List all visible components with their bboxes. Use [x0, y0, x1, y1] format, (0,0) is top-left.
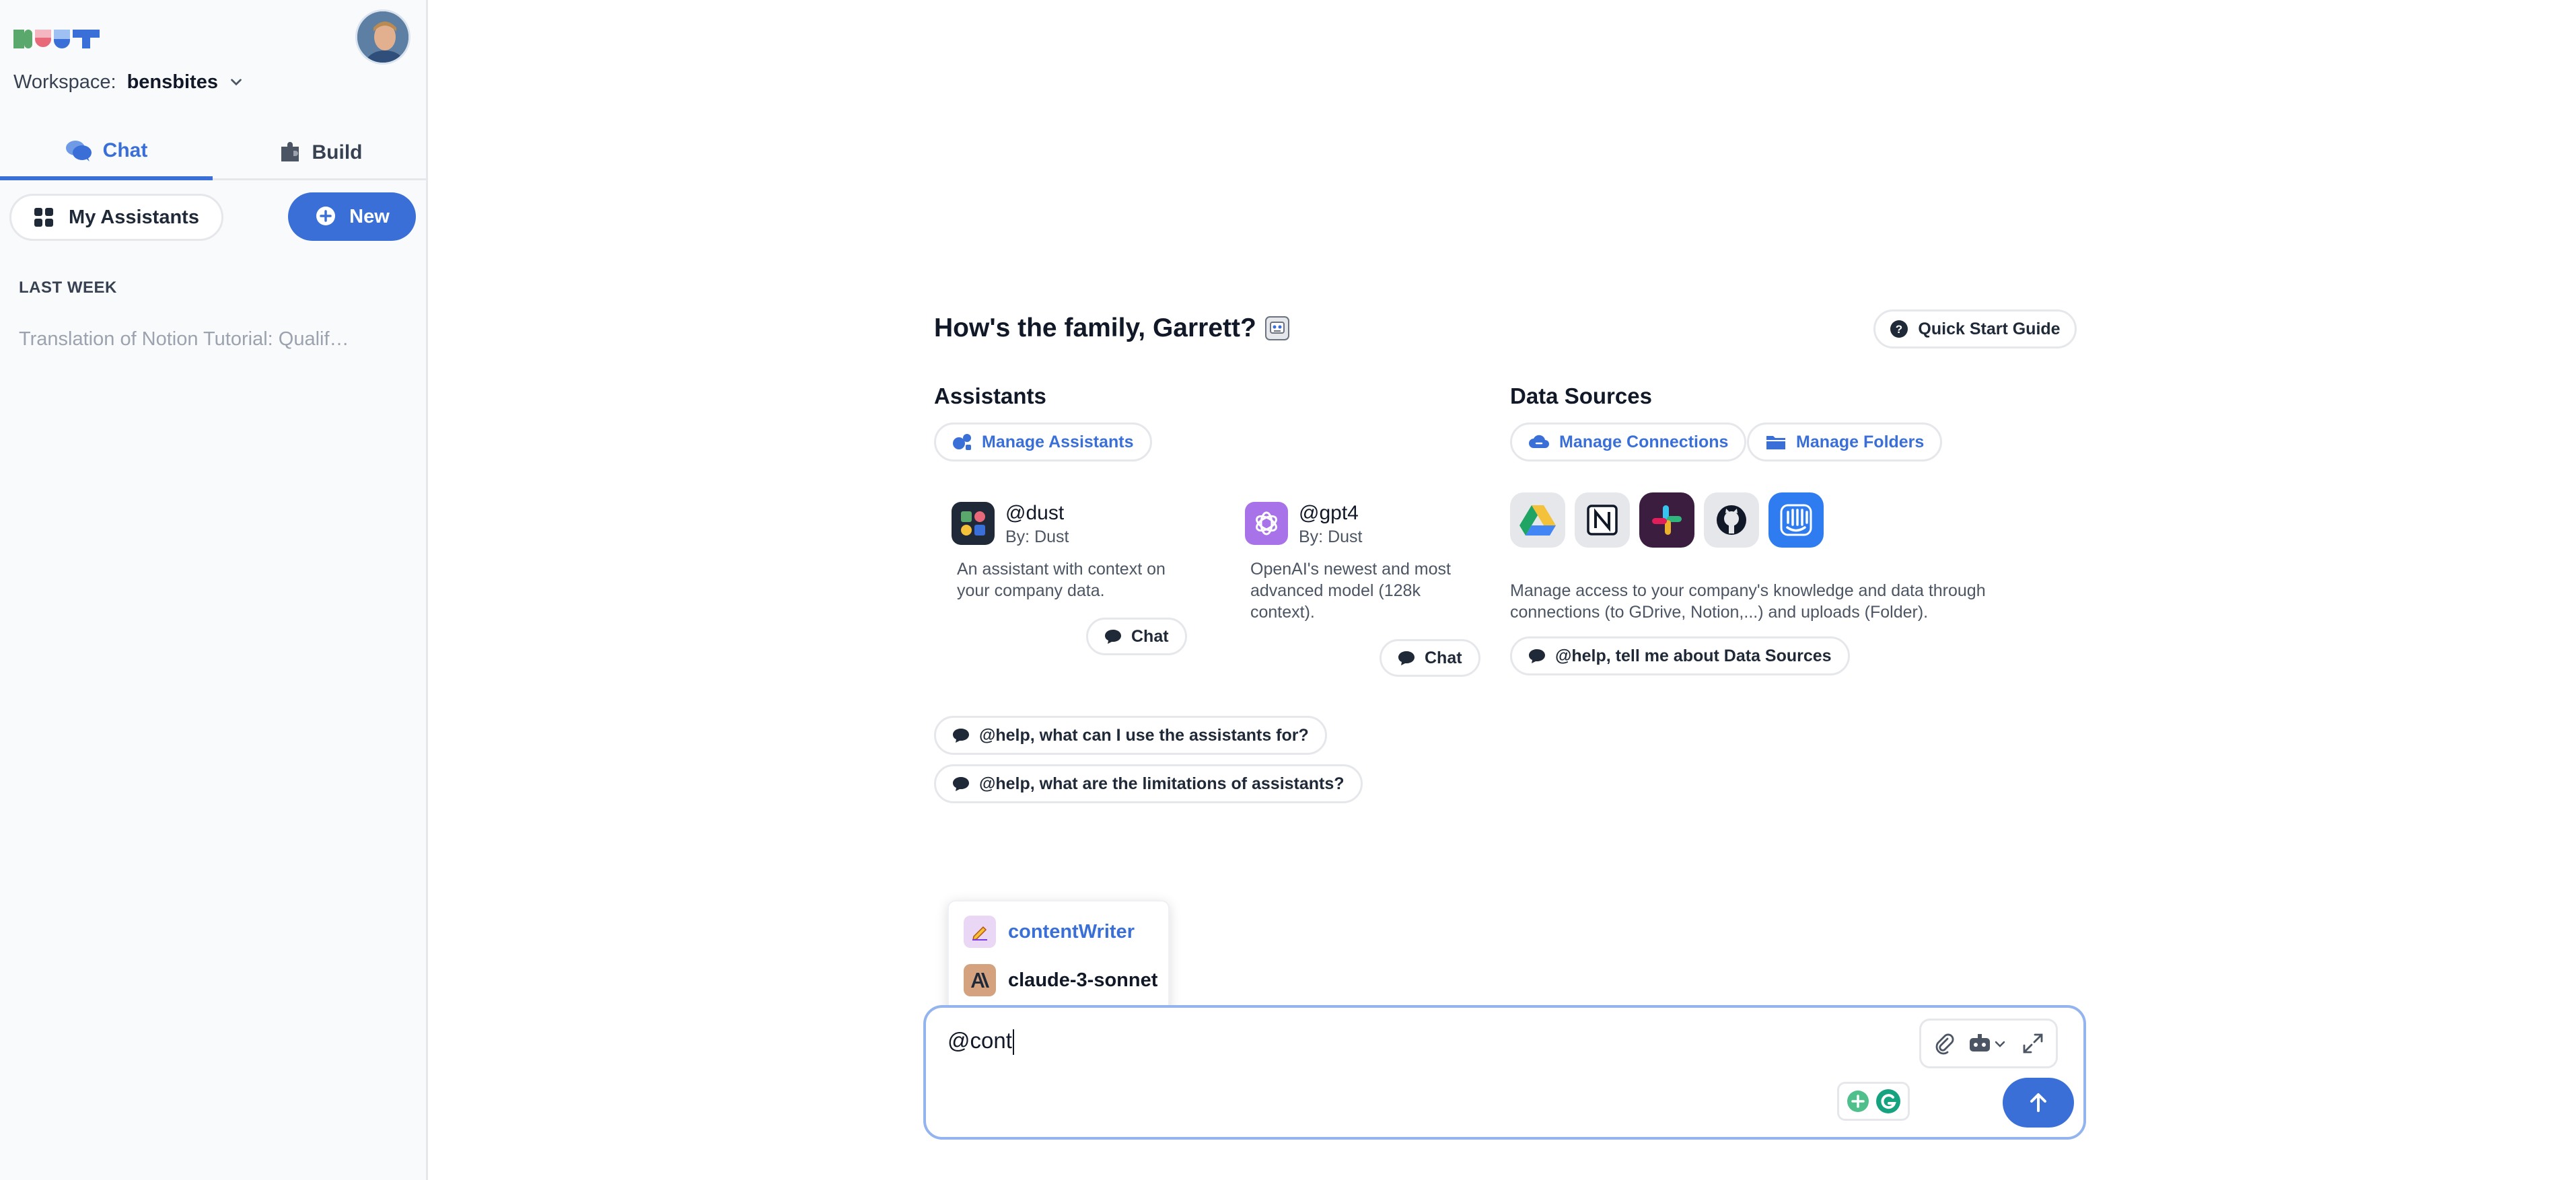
help-prompt-assistants-uses[interactable]: @help, what can I use the assistants for… [934, 716, 1327, 755]
quick-start-label: Quick Start Guide [1918, 319, 2061, 338]
github-icon [1704, 492, 1759, 548]
chat-with-gpt4-button[interactable]: Chat [1380, 639, 1480, 677]
data-sources-description: Manage access to your company's knowledg… [1510, 581, 1986, 622]
assistant-name[interactable]: @dust [1005, 502, 1064, 525]
chat-label: Chat [1425, 648, 1462, 667]
robot-icon [1264, 316, 1289, 340]
svg-text:?: ? [1896, 323, 1902, 336]
help-prompt-label: @help, what are the limitations of assis… [979, 774, 1345, 793]
workspace-name: bensbites [127, 71, 218, 93]
send-button[interactable] [2003, 1078, 2074, 1128]
data-sources-heading: Data Sources [1510, 383, 1652, 408]
user-avatar[interactable] [355, 9, 410, 65]
dust-logo[interactable] [13, 27, 101, 51]
cloud-link-icon [1529, 435, 1549, 448]
my-assistants-label: My Assistants [69, 206, 199, 228]
mention-suggestions-popup: contentWriter claude-3-sonnet [947, 900, 1170, 1015]
tab-chat-label: Chat [102, 139, 148, 161]
assistants-heading: Assistants [934, 383, 1046, 408]
tab-build-label: Build [312, 141, 363, 163]
robot-plus-icon [953, 434, 971, 450]
manage-folders-label: Manage Folders [1796, 432, 1925, 451]
tab-chat[interactable]: Chat [0, 125, 213, 180]
expand-icon[interactable] [2022, 1032, 2044, 1055]
input-toolbar [1919, 1019, 2058, 1068]
chat-with-dust-button[interactable]: Chat [1086, 618, 1187, 655]
arrow-up-icon [2030, 1093, 2046, 1112]
manage-connections-label: Manage Connections [1559, 432, 1729, 451]
chat-bubble-icon [1398, 651, 1415, 665]
anthropic-icon [964, 964, 996, 996]
mention-option-contentwriter[interactable]: contentWriter [964, 915, 1135, 949]
openai-icon [1245, 502, 1288, 545]
help-prompt-data-sources[interactable]: @help, tell me about Data Sources [1510, 636, 1850, 675]
mention-option-label: claude-3-sonnet [1008, 969, 1158, 991]
text-caret [1012, 1029, 1014, 1056]
google-drive-icon [1510, 492, 1565, 548]
chat-label: Chat [1131, 626, 1169, 646]
assistant-description: An assistant with context on your compan… [957, 560, 1166, 600]
assistant-picker-icon[interactable] [1968, 1032, 2009, 1055]
quick-start-guide-button[interactable]: ? Quick Start Guide [1873, 309, 2077, 348]
tab-build[interactable]: Build [213, 125, 428, 180]
assistant-author: By: Dust [1005, 527, 1069, 546]
greeting-text: How's the family, Garrett? [934, 314, 1256, 342]
sidebar-tabs: Chat Build [0, 125, 428, 180]
manage-assistants-label: Manage Assistants [982, 432, 1134, 451]
assistant-description: OpenAI's newest and most advanced model … [1250, 560, 1451, 622]
message-input[interactable]: @cont [947, 1028, 1014, 1056]
message-input-value: @cont [947, 1028, 1012, 1053]
sparkle-plus-icon [1847, 1091, 1869, 1112]
workspace-selector[interactable]: Workspace: bensbites [13, 70, 245, 94]
help-prompt-label: @help, tell me about Data Sources [1555, 646, 1832, 665]
mention-option-claude-3-sonnet[interactable]: claude-3-sonnet [964, 963, 1157, 997]
conversation-item[interactable]: Translation of Notion Tutorial: Qualif… [19, 328, 369, 351]
chat-bubble-icon [1105, 630, 1121, 644]
new-label: New [349, 205, 390, 227]
slack-icon [1639, 492, 1694, 548]
question-circle-icon: ? [1890, 320, 1908, 338]
pencil-icon [964, 916, 996, 948]
chat-bubble-icon [1529, 649, 1545, 663]
help-prompt-assistants-limitations[interactable]: @help, what are the limitations of assis… [934, 764, 1363, 803]
manage-assistants-button[interactable]: Manage Assistants [934, 422, 1152, 462]
my-assistants-button[interactable]: My Assistants [9, 194, 223, 241]
section-label-last-week: LAST WEEK [19, 279, 117, 297]
sidebar: Workspace: bensbites Chat Build My Assis… [0, 0, 428, 1180]
help-prompt-label: @help, what can I use the assistants for… [979, 725, 1309, 745]
intercom-icon [1768, 492, 1824, 548]
workspace-label: Workspace: [13, 71, 116, 93]
grid-icon [34, 208, 54, 227]
paperclip-icon[interactable] [1933, 1032, 1956, 1055]
grammarly-icon [1876, 1089, 1900, 1113]
chat-bubble-icon [953, 729, 969, 743]
message-input-box[interactable]: @cont [923, 1005, 2086, 1140]
chat-bubble-icon [953, 777, 969, 791]
manage-folders-button[interactable]: Manage Folders [1747, 422, 1943, 462]
mention-option-label: contentWriter [1008, 920, 1135, 943]
chat-bubbles-icon [65, 141, 92, 161]
chevron-down-icon [231, 79, 242, 86]
assistant-author: By: Dust [1299, 527, 1363, 546]
assistant-name[interactable]: @gpt4 [1299, 502, 1359, 525]
grammarly-widget[interactable] [1837, 1082, 1910, 1121]
puzzle-icon [281, 142, 299, 161]
manage-connections-button[interactable]: Manage Connections [1510, 422, 1747, 462]
dust-assistant-icon [952, 502, 995, 545]
greeting-heading: How's the family, Garrett? [934, 314, 1290, 343]
folder-icon [1766, 436, 1785, 449]
new-conversation-button[interactable]: New [288, 192, 416, 241]
chat-plus-icon [316, 207, 336, 225]
notion-icon [1575, 492, 1630, 548]
